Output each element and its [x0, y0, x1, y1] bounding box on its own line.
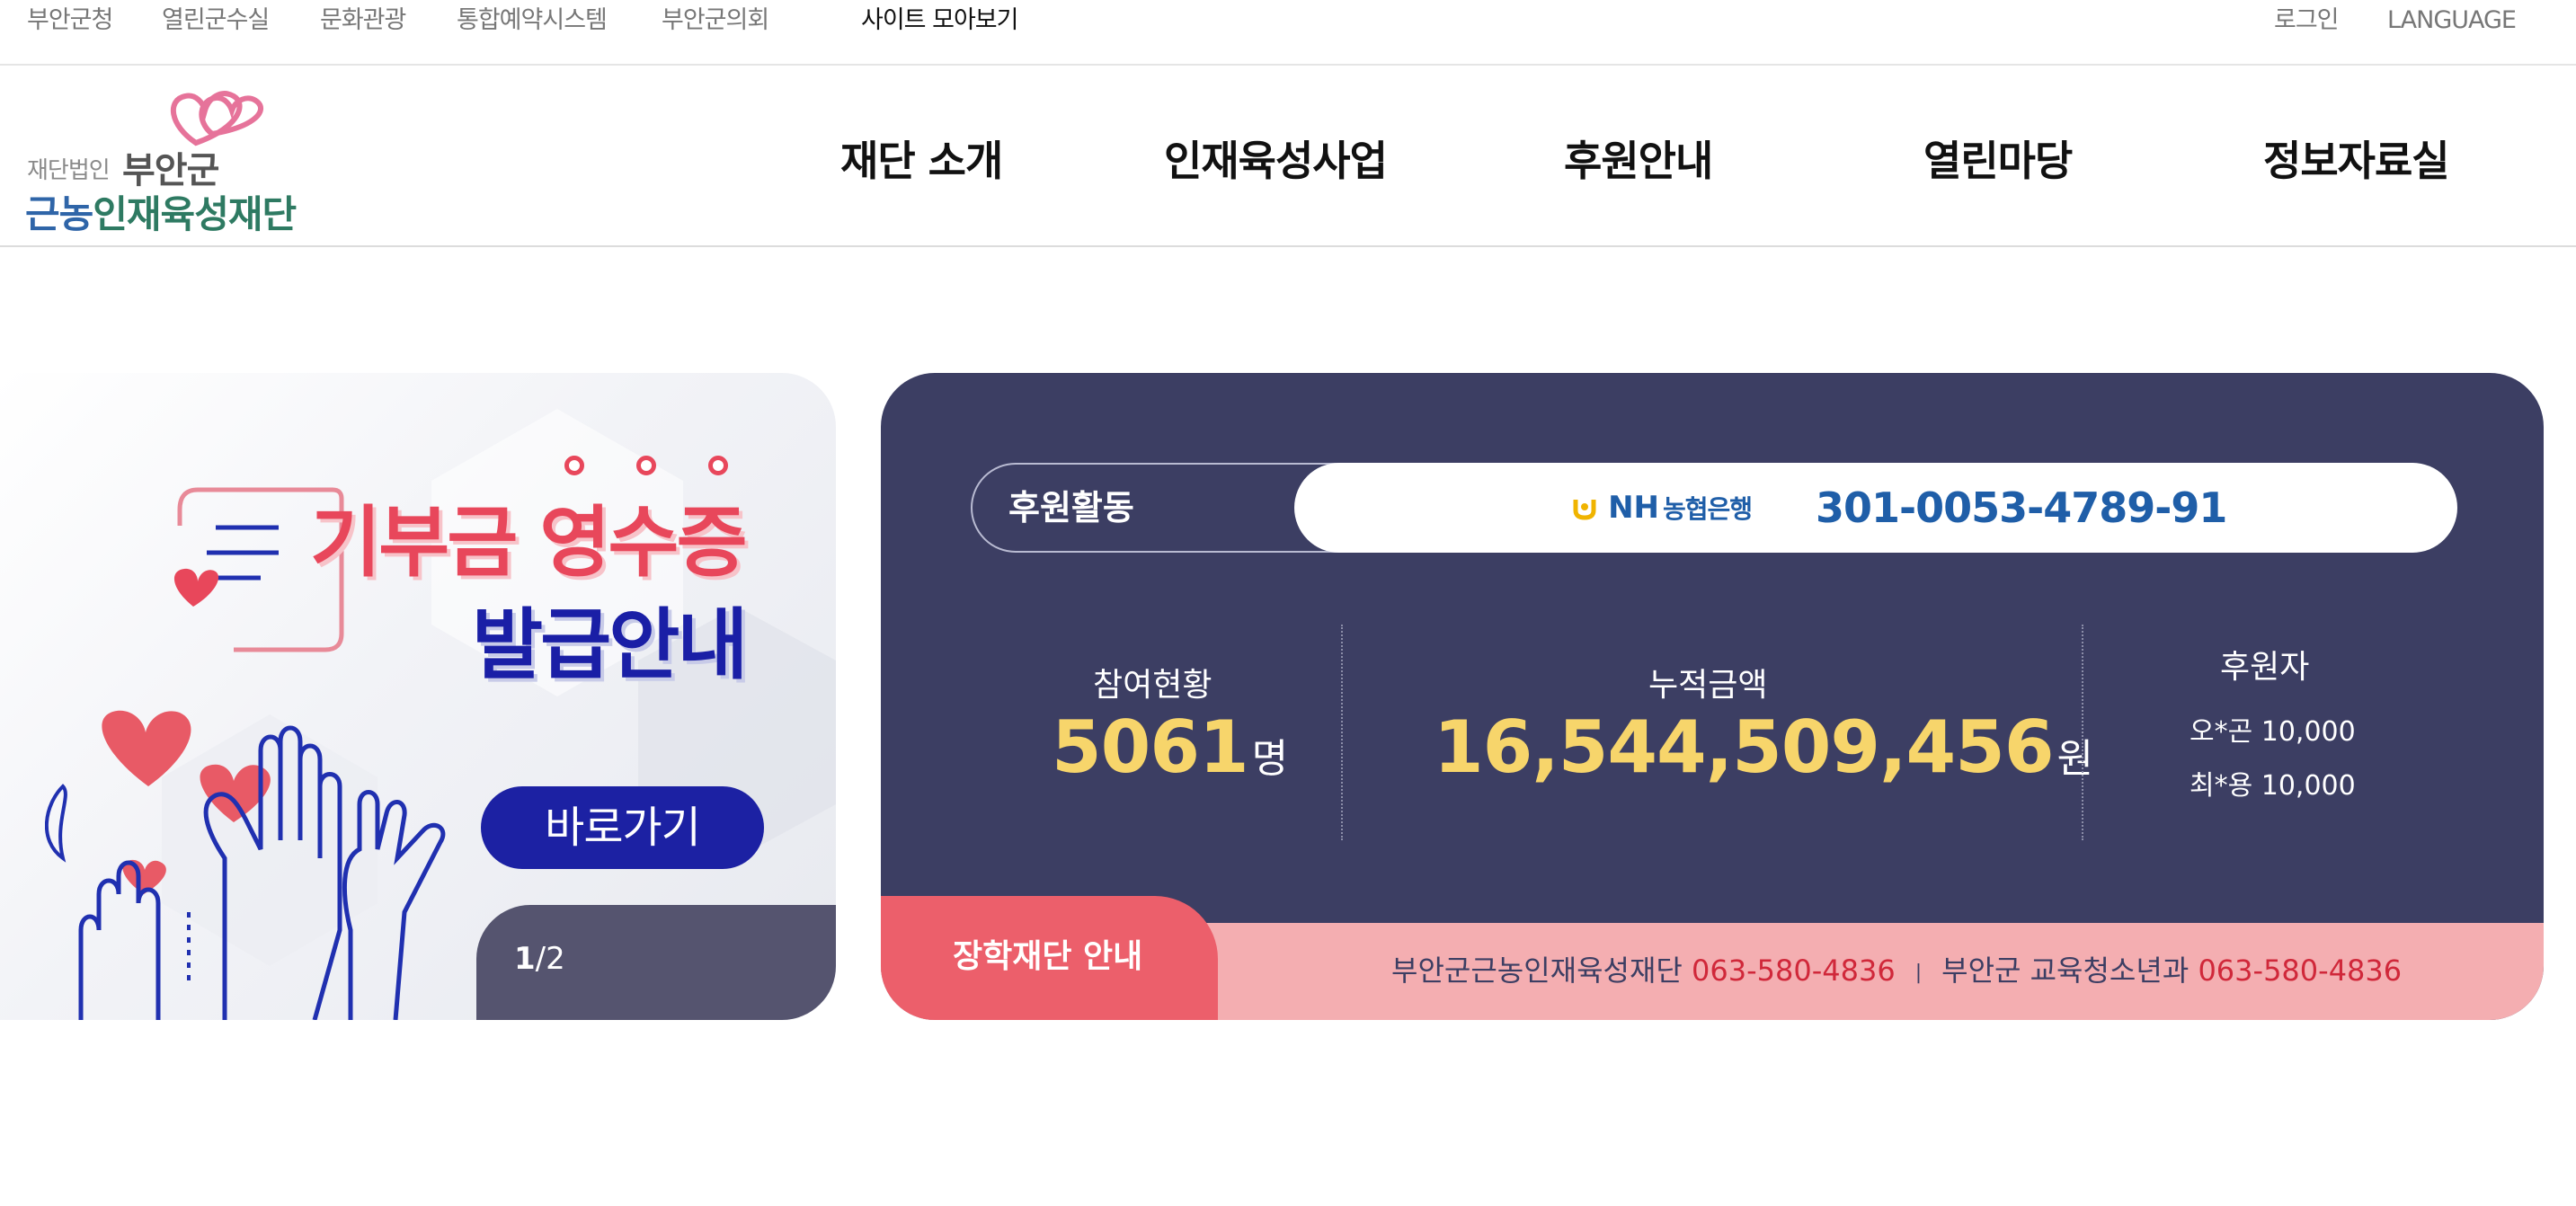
stat-divider-1 [1341, 625, 1343, 840]
contact-separator: | [1914, 961, 1923, 984]
scholarship-contact-text: 부안군근농인재육성재단 063-580-4836 | 부안군 교육청소년과 063-… [1391, 948, 2402, 989]
bank-name: 농협은행 [1663, 494, 1753, 524]
banner-pager[interactable]: 1/2 [476, 905, 836, 1020]
nh-bank-icon [1573, 500, 1596, 520]
nav-open-forum[interactable]: 열린마당 [1923, 129, 2073, 188]
participants-number: 5061 [1052, 705, 1249, 789]
top-utility-bar: 부안군청 열린군수실 문화관광 통합예약시스템 부안군의회 사이트 모아보기 로… [0, 0, 2576, 66]
pager-total: /2 [535, 941, 565, 977]
nav-talent-program[interactable]: 인재육성사업 [1164, 129, 1388, 188]
link-county-council[interactable]: 부안군의회 [662, 0, 769, 41]
pager-indicator: 1/2 [514, 941, 565, 977]
donor-entry: 오*곤 10,000 [2190, 716, 2356, 748]
donation-activity-label: 후원활동 [1008, 488, 1134, 528]
link-buan-county[interactable]: 부안군청 [27, 0, 113, 41]
donation-panel: 후원활동 NH 농협은행 301-0053-4789-91 참여현황 5061명 … [881, 373, 2544, 1020]
language-link[interactable]: LANGUAGE [2387, 0, 2517, 41]
amount-number: 16,544,509,456 [1434, 705, 2054, 789]
participants-label: 참여현황 [1093, 667, 1212, 704]
site-logo[interactable]: 재단법인 부안군 근농인재육성재단 [25, 80, 313, 236]
scholarship-info-tab[interactable]: 장학재단 안내 [881, 896, 1218, 1020]
donation-account-pill: 후원활동 NH 농협은행 301-0053-4789-91 [971, 463, 2457, 553]
stat-divider-2 [2082, 625, 2083, 840]
banner-title-line2: 발급안내 [472, 600, 748, 690]
login-link[interactable]: 로그인 [2274, 0, 2340, 41]
amount-unit: 원 [2056, 736, 2092, 782]
contact-tel-1: 063-580-4836 [1692, 953, 1896, 988]
amount-label: 누적금액 [1648, 667, 1768, 704]
link-open-mayor-office[interactable]: 열린군수실 [162, 0, 270, 41]
nh-bank-logo: NH 농협은행 [1571, 490, 1753, 526]
banner-go-button[interactable]: 바로가기 [481, 786, 764, 869]
bank-account-box: NH 농협은행 301-0053-4789-91 [1294, 463, 2457, 553]
link-reservation-system[interactable]: 통합예약시스템 [457, 0, 608, 41]
nav-foundation-intro[interactable]: 재단 소개 [840, 129, 1003, 188]
amount-value: 16,544,509,456원 [1434, 705, 2093, 789]
participants-unit: 명 [1251, 736, 1288, 782]
bank-logo-text: NH [1608, 490, 1660, 526]
pager-current: 1 [514, 941, 536, 977]
sitemap-button[interactable]: 사이트 모아보기 [861, 0, 1018, 41]
logo-line2-blue: 근농 [25, 192, 93, 236]
logo-line2: 근농인재육성재단 [25, 184, 297, 239]
scholarship-info-tab-label: 장학재단 안내 [953, 938, 1143, 975]
participants-value: 5061명 [1052, 705, 1288, 789]
donor-entry: 최*용 10,000 [2190, 770, 2356, 802]
banner-title-line1: 기부금 영수증 [310, 498, 748, 588]
donors-label: 후원자 [2220, 649, 2310, 686]
contact-org-2: 부안군 교육청소년과 [1941, 953, 2198, 988]
promo-banner: 기부금 영수증 발급안내 바로가기 1/2 [0, 373, 836, 1020]
logo-small-text: 재단법인 [27, 157, 111, 184]
link-culture-tourism[interactable]: 문화관광 [320, 0, 406, 41]
bank-account-number: 301-0053-4789-91 [1816, 483, 2227, 532]
site-header: 재단법인 부안군 근농인재육성재단 재단 소개 인재육성사업 후원안내 열린마당… [0, 66, 2576, 247]
nav-resources[interactable]: 정보자료실 [2263, 129, 2450, 188]
contact-tel-2: 063-580-4836 [2198, 953, 2403, 988]
logo-line2-green: 인재육성재단 [93, 192, 297, 236]
nav-donation-guide[interactable]: 후원안내 [1564, 129, 1713, 188]
contact-org-1: 부안군근농인재육성재단 [1391, 953, 1692, 988]
